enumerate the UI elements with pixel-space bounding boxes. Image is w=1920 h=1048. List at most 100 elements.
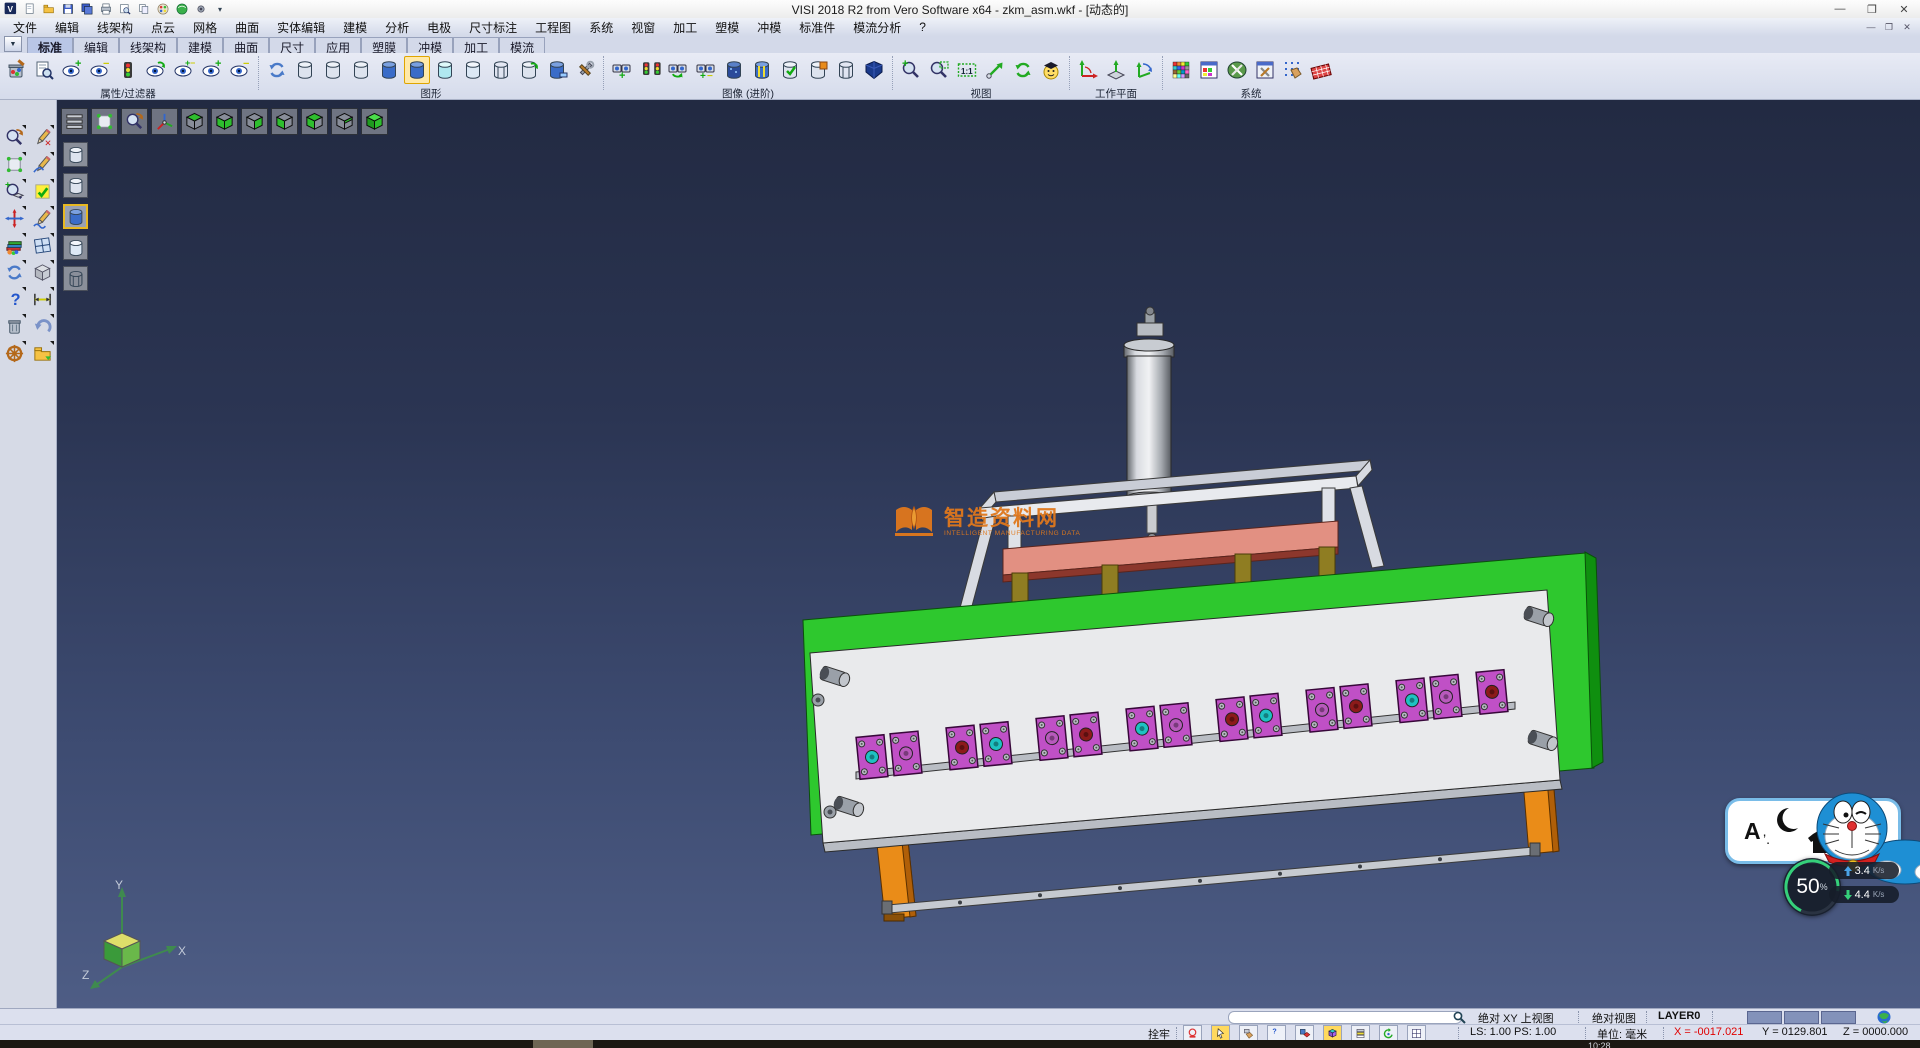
ribbon-cyl-striped-button[interactable] bbox=[749, 56, 775, 84]
ribbon-zoom-plus-button[interactable]: + bbox=[898, 56, 924, 84]
ribbon-traffic-pair-button[interactable] bbox=[637, 56, 663, 84]
status-stamp-red-button[interactable] bbox=[1183, 1025, 1202, 1041]
child-close-button[interactable]: ✕ bbox=[1898, 22, 1916, 33]
menu-item-11[interactable]: 工程图 bbox=[526, 19, 580, 36]
toolbox-frame-fit-button[interactable] bbox=[1, 151, 27, 177]
qat-render-mini-button[interactable] bbox=[174, 2, 190, 17]
ribbon-refresh-blue-button[interactable] bbox=[264, 56, 290, 84]
ribbon-one-to-one-button[interactable]: 1:1 bbox=[954, 56, 980, 84]
tab-4[interactable]: 曲面 bbox=[223, 37, 269, 53]
status-bars-stack-button[interactable] bbox=[1351, 1025, 1370, 1041]
layer-segment-1[interactable] bbox=[1747, 1011, 1782, 1024]
qat-palette-mini-button[interactable] bbox=[155, 2, 171, 17]
menu-item-0[interactable]: 文件 bbox=[4, 19, 46, 36]
toolbox-wheel-button[interactable] bbox=[1, 340, 27, 366]
toolbox-undo-button[interactable] bbox=[29, 313, 55, 339]
ribbon-cameras-plusminus-button[interactable]: +− bbox=[693, 56, 719, 84]
ribbon-cyl-copy-button[interactable] bbox=[544, 56, 570, 84]
tab-8[interactable]: 冲模 bbox=[407, 37, 453, 53]
ribbon-cs-rotate-button[interactable] bbox=[1131, 56, 1157, 84]
toolbox-cube-gray-button[interactable] bbox=[29, 259, 55, 285]
toolbox-zoom-prev-button[interactable] bbox=[1, 124, 27, 150]
toolbox-window-blue-button[interactable] bbox=[29, 232, 55, 258]
qat-new-file-button[interactable] bbox=[22, 2, 38, 17]
toolbar-dropdown-button[interactable]: ▼ bbox=[4, 36, 22, 52]
status-snap-button[interactable] bbox=[1295, 1025, 1314, 1041]
scale-indicator[interactable]: LS: 1.00 PS: 1.00 bbox=[1470, 1026, 1556, 1038]
ribbon-eye-plusminus-button[interactable]: +− bbox=[171, 56, 197, 84]
view-list-bars-button[interactable] bbox=[61, 108, 88, 135]
ribbon-eye-refresh-button[interactable] bbox=[143, 56, 169, 84]
view-cube-left-button[interactable] bbox=[271, 108, 298, 135]
ribbon-cyl-outline-button[interactable] bbox=[320, 56, 346, 84]
qat-settings-mini-button[interactable] bbox=[193, 2, 209, 17]
minimize-button[interactable]: — bbox=[1824, 1, 1856, 18]
toolbox-check-yellow-button[interactable] bbox=[29, 178, 55, 204]
render-mode-cyl-wire-4-button[interactable] bbox=[63, 266, 88, 291]
ribbon-cs-axes-button[interactable] bbox=[1075, 56, 1101, 84]
menu-item-1[interactable]: 编辑 bbox=[46, 19, 88, 36]
ribbon-color-grid-button[interactable] bbox=[1168, 56, 1194, 84]
tab-5[interactable]: 尺寸 bbox=[269, 37, 315, 53]
qat-open-file-button[interactable] bbox=[41, 2, 57, 17]
toolbox-pencil-wave-button[interactable] bbox=[29, 205, 55, 231]
toolbox-axis-move-button[interactable] bbox=[1, 205, 27, 231]
view-fit-frame-button[interactable] bbox=[91, 108, 118, 135]
taskbar-app-segment[interactable] bbox=[533, 1040, 593, 1048]
menu-item-9[interactable]: 电极 bbox=[418, 19, 460, 36]
tab-7[interactable]: 塑膜 bbox=[361, 37, 407, 53]
ribbon-shield-button[interactable] bbox=[861, 56, 887, 84]
view-cube-right-button[interactable] bbox=[241, 108, 268, 135]
qat-copy-button[interactable] bbox=[136, 2, 152, 17]
qat-dropdown-button[interactable]: ▾ bbox=[212, 2, 228, 17]
view-triad-small-button[interactable] bbox=[151, 108, 178, 135]
tab-0[interactable]: 标准 bbox=[27, 37, 73, 53]
view-cube-top-button[interactable] bbox=[181, 108, 208, 135]
status-ucs-box-button[interactable] bbox=[1323, 1025, 1342, 1041]
tab-2[interactable]: 线架构 bbox=[119, 37, 177, 53]
menu-item-18[interactable]: 模流分析 bbox=[844, 19, 910, 36]
child-minimize-button[interactable]: — bbox=[1862, 22, 1880, 33]
toolbox-trash-button[interactable] bbox=[1, 313, 27, 339]
menu-item-2[interactable]: 线架构 bbox=[88, 19, 142, 36]
ribbon-cyl-dark-button[interactable] bbox=[721, 56, 747, 84]
ribbon-cyl-wire-button[interactable] bbox=[833, 56, 859, 84]
layer-segment-2[interactable] bbox=[1784, 1011, 1819, 1024]
render-mode-cyl-outline-0-button[interactable] bbox=[63, 142, 88, 167]
ribbon-cyl-wire-button[interactable] bbox=[488, 56, 514, 84]
ribbon-cyl-flag-button[interactable] bbox=[805, 56, 831, 84]
view-cube-solid-button[interactable] bbox=[361, 108, 388, 135]
tab-9[interactable]: 加工 bbox=[453, 37, 499, 53]
status-hand-tool-button[interactable] bbox=[1239, 1025, 1258, 1041]
ribbon-eye-add-button[interactable]: + bbox=[199, 56, 225, 84]
view-cube-edge-button[interactable] bbox=[331, 108, 358, 135]
close-button[interactable]: ✕ bbox=[1888, 1, 1920, 18]
ribbon-cyl-check-button[interactable] bbox=[777, 56, 803, 84]
ribbon-cameras-add-button[interactable]: + bbox=[609, 56, 635, 84]
ribbon-window-tools-button[interactable] bbox=[1252, 56, 1278, 84]
ribbon-globe-tools-button[interactable] bbox=[1224, 56, 1250, 84]
ribbon-traffic-light-button[interactable] bbox=[115, 56, 141, 84]
restore-button[interactable]: ❐ bbox=[1856, 1, 1888, 18]
toolbox-pencil-curve-button[interactable] bbox=[29, 151, 55, 177]
view-cube-front-button[interactable] bbox=[301, 108, 328, 135]
ribbon-window-colors-button[interactable] bbox=[1196, 56, 1222, 84]
ribbon-smiley-button[interactable] bbox=[1038, 56, 1064, 84]
tab-3[interactable]: 建模 bbox=[177, 37, 223, 53]
ribbon-red-grid-button[interactable] bbox=[1308, 56, 1334, 84]
menu-item-13[interactable]: 视窗 bbox=[622, 19, 664, 36]
toolbox-books-button[interactable] bbox=[1, 232, 27, 258]
menu-item-12[interactable]: 系统 bbox=[580, 19, 622, 36]
ribbon-cyl-light-button[interactable] bbox=[460, 56, 486, 84]
menu-item-6[interactable]: 实体编辑 bbox=[268, 19, 334, 36]
ribbon-cyl-recycle-button[interactable] bbox=[516, 56, 542, 84]
ribbon-cyl-outline-button[interactable] bbox=[292, 56, 318, 84]
ribbon-eye-remove-button[interactable]: − bbox=[227, 56, 253, 84]
search-icon[interactable] bbox=[1453, 1011, 1466, 1024]
layer-indicator[interactable]: LAYER0 bbox=[1658, 1010, 1700, 1022]
3d-viewport[interactable]: 智造资料网 INTELLIGENT MANUFACTURING DATA Y X… bbox=[57, 100, 1920, 1008]
qat-app-logo-button[interactable]: V bbox=[3, 2, 19, 17]
menu-item-15[interactable]: 塑模 bbox=[706, 19, 748, 36]
menu-item-14[interactable]: 加工 bbox=[664, 19, 706, 36]
tab-1[interactable]: 编辑 bbox=[73, 37, 119, 53]
